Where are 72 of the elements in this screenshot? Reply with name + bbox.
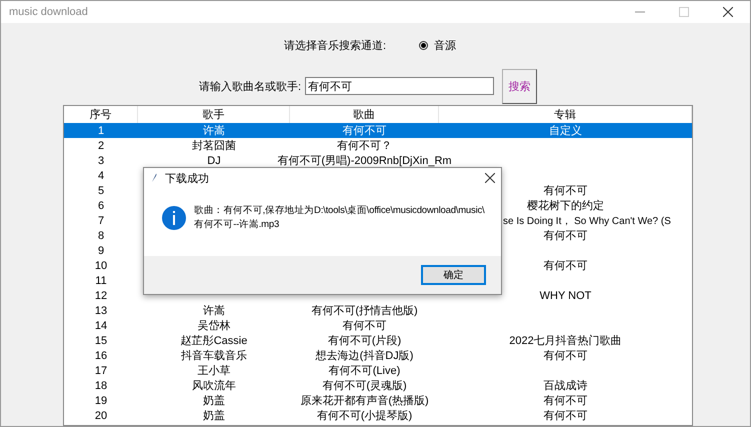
table-cell-text: 有何不可(Live) xyxy=(328,364,400,378)
table-cell: 10 xyxy=(94,260,108,272)
table-cell: 19 xyxy=(94,394,108,406)
table-cell-text: 有何不可(抒情吉他版) xyxy=(311,304,418,318)
table-cell: 13 xyxy=(94,304,108,316)
table-cell-text: 奶盖 xyxy=(203,394,225,408)
table-cell-text: 有何不可(片段) xyxy=(328,334,402,348)
table-cell-text: 原来花开都有声音(热播版) xyxy=(300,394,429,408)
table-cell-text: 奶盖 xyxy=(203,408,225,423)
table-cell-text: 有何不可(灵魂版) xyxy=(322,379,407,393)
table-cell: WHY NOT xyxy=(540,290,592,302)
table-cell: 8 xyxy=(98,230,104,242)
table-cell-text: 有何不可 xyxy=(544,409,588,423)
table-cell: 15 xyxy=(94,334,108,346)
table-cell-text: 有何不可(男唱)-2009Rnb[DjXin_Rm xyxy=(277,154,452,168)
channel-label: 请选择音乐搜索通道: xyxy=(284,38,386,52)
table-row[interactable]: 16 抖音车载音乐 想去海边(抖音DJ版) 有何不可 xyxy=(64,348,692,363)
window-title: music download xyxy=(9,6,88,18)
search-button[interactable]: 搜索 xyxy=(502,68,538,104)
close-icon[interactable] xyxy=(485,173,495,183)
table-cell: 14 xyxy=(94,320,108,332)
table-cell: 9 xyxy=(98,244,104,256)
table-cell-text: 风吹流年 xyxy=(192,378,236,393)
info-icon xyxy=(162,206,186,230)
table-cell-text: 有何不可 xyxy=(544,229,588,243)
table-row[interactable]: 3 DJ 有何不可(男唱)-2009Rnb[DjXin_Rm xyxy=(64,153,692,168)
table-cell-text: 自定义 xyxy=(549,124,582,138)
search-label: 请输入歌曲名或歌手: xyxy=(199,80,302,94)
table-cell-text: 有何不可 xyxy=(544,394,588,408)
table-cell: 16 xyxy=(94,350,108,362)
table-cell: 2 xyxy=(98,140,104,152)
table-cell: 17 xyxy=(94,364,108,376)
table-row[interactable]: 13 许嵩 有何不可(抒情吉他版) xyxy=(64,303,692,318)
dialog-title: 下载成功 xyxy=(165,172,210,186)
table-row[interactable]: 14 吴岱林 有何不可 xyxy=(64,318,692,333)
table-row[interactable]: 1 许嵩 有何不可 自定义 xyxy=(64,123,692,138)
table-row[interactable]: 2 封茗囧菌 有何不可？ xyxy=(64,138,692,153)
feather-icon xyxy=(150,172,157,184)
ok-button[interactable]: 确定 xyxy=(421,265,486,285)
search-field[interactable]: 有何不可 xyxy=(305,77,494,95)
table-cell-text: 想去海边(抖音DJ版) xyxy=(316,348,414,363)
table-row[interactable]: 19 奶盖 原来花开都有声音(热播版) 有何不可 xyxy=(64,393,692,408)
table-cell-text: 有何不可 xyxy=(544,349,588,363)
table-row[interactable]: 17 王小草 有何不可(Live) xyxy=(64,363,692,378)
table-cell: 1 xyxy=(98,124,104,136)
table-cell-text: 百战成诗 xyxy=(544,379,588,393)
table-row[interactable]: 20 奶盖 有何不可(小提琴版) 有何不可 xyxy=(64,408,692,423)
table-cell: 5 xyxy=(98,184,104,196)
table-cell: 18 xyxy=(94,380,108,392)
table-cell-text: 赵芷彤Cassie xyxy=(180,334,248,348)
table-cell: 3 xyxy=(98,154,104,166)
table-cell: 20 xyxy=(94,410,108,422)
table-cell: 12 xyxy=(94,290,108,302)
table-cell-text: 许嵩 xyxy=(203,124,225,138)
table-cell-text: 2022七月抖音热门歌曲 xyxy=(509,334,622,348)
table-row[interactable]: 18 风吹流年 有何不可(灵魂版) 百战成诗 xyxy=(64,378,692,393)
table-cell-text: 王小草 xyxy=(198,364,230,378)
table-cell-text: 有何不可 xyxy=(342,319,386,333)
table-cell-text: 有何不可(小提琴版) xyxy=(316,409,412,423)
table-cell: DJ xyxy=(207,154,221,166)
table-cell-text: 封茗囧菌 xyxy=(192,139,236,153)
table-cell-text: 抖音车载音乐 xyxy=(181,348,247,363)
table-cell-text: 有何不可 xyxy=(342,124,386,138)
table-cell-text: 有何不可 xyxy=(544,184,588,198)
table-cell-text: 有何不可 xyxy=(544,259,588,273)
table-row[interactable]: 15 赵芷彤Cassie 有何不可(片段) 2022七月抖音热门歌曲 xyxy=(64,333,692,348)
table-cell-text: 许嵩 xyxy=(203,304,225,318)
table-cell-text: 有何不可？ xyxy=(337,139,392,153)
table-cell-text: 吴岱林 xyxy=(198,319,230,333)
close-icon[interactable] xyxy=(723,7,733,17)
dialog-message: 歌曲：有何不可,保存地址为D:\tools\桌面\office\musicdownload\music\ 有何不可--许嵩.mp3 xyxy=(194,204,484,232)
source-radio[interactable]: 音源 xyxy=(419,38,456,52)
